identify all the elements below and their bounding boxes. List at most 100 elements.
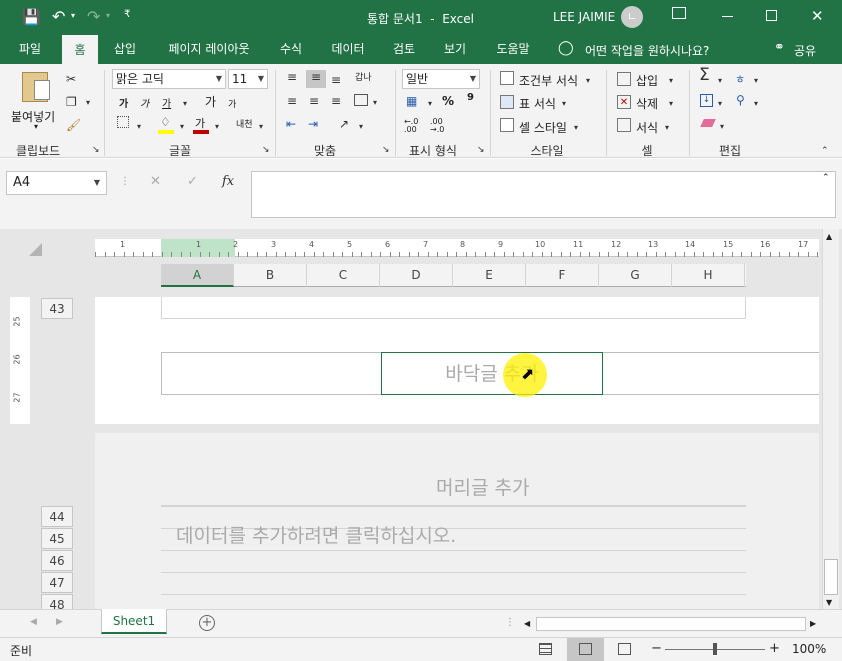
shrink-font-button[interactable]: 가 bbox=[228, 97, 236, 110]
chevron-down-icon[interactable]: ▾ bbox=[562, 97, 566, 111]
copy-dropdown-icon[interactable]: ▾ bbox=[86, 96, 90, 110]
hscroll-right-icon[interactable]: ▶ bbox=[810, 619, 816, 628]
find-icon[interactable]: ⚲ bbox=[736, 93, 745, 107]
autosum-icon[interactable]: Σ bbox=[699, 67, 710, 84]
chevron-down-icon[interactable]: ▾ bbox=[669, 74, 673, 88]
tab-home[interactable]: 홈 bbox=[62, 34, 98, 64]
copy-icon[interactable]: ❐ bbox=[66, 95, 77, 109]
underline-button[interactable]: 가 bbox=[162, 95, 171, 110]
align-middle-icon[interactable]: ≡ bbox=[306, 70, 326, 88]
share-button[interactable]: 공유 bbox=[794, 42, 816, 59]
zoom-out-button[interactable]: − bbox=[651, 641, 662, 656]
insert-function-button[interactable]: fx bbox=[222, 174, 234, 189]
add-sheet-icon[interactable]: + bbox=[199, 615, 215, 631]
format-painter-icon[interactable]: 🖌 bbox=[66, 118, 81, 132]
increase-indent-icon[interactable]: ⇥ bbox=[308, 117, 318, 131]
chevron-down-icon[interactable]: ▾ bbox=[574, 121, 578, 135]
align-right-icon[interactable]: ≡ bbox=[331, 94, 341, 108]
cut-icon[interactable]: ✂ bbox=[66, 72, 76, 86]
merge-icon[interactable] bbox=[354, 94, 368, 106]
column-header-c[interactable]: C bbox=[307, 264, 380, 287]
table-format-icon[interactable] bbox=[500, 95, 514, 109]
italic-button[interactable]: 가 bbox=[140, 95, 149, 110]
insert-cells-button[interactable]: 삽입 bbox=[636, 72, 658, 89]
tab-formulas[interactable]: 수식 bbox=[270, 34, 312, 64]
underline-dropdown-icon[interactable]: ▾ bbox=[183, 97, 187, 111]
tab-page-layout[interactable]: 페이지 레이아웃 bbox=[156, 34, 262, 64]
clipboard-launcher-icon[interactable]: ↘ bbox=[92, 143, 100, 157]
row-header[interactable]: 46 bbox=[41, 550, 73, 571]
avatar[interactable]: ㄴ bbox=[621, 6, 643, 28]
clear-dropdown-icon[interactable]: ▾ bbox=[720, 120, 724, 134]
sheet-tab-sheet1[interactable]: Sheet1 bbox=[101, 609, 167, 634]
lightbulb-icon[interactable]: ◯ bbox=[558, 40, 574, 56]
next-sheet-icon[interactable]: ▶ bbox=[56, 617, 63, 627]
column-header-f[interactable]: F bbox=[526, 264, 599, 287]
zoom-level[interactable]: 100% bbox=[792, 642, 826, 656]
chevron-down-icon[interactable]: ▾ bbox=[665, 121, 669, 135]
accounting-icon[interactable]: ▦ bbox=[406, 94, 417, 108]
bold-button[interactable]: 가 bbox=[119, 95, 128, 110]
zoom-slider-thumb[interactable] bbox=[713, 643, 717, 655]
normal-view-icon[interactable] bbox=[539, 643, 552, 655]
accounting-dropdown-icon[interactable]: ▾ bbox=[428, 97, 432, 111]
table-format-button[interactable]: 표 서식 bbox=[519, 95, 556, 112]
user-name[interactable]: LEE JAIMIE bbox=[553, 10, 615, 24]
share-icon[interactable]: ⚭ bbox=[774, 40, 785, 55]
fill-icon[interactable]: ↓ bbox=[700, 94, 713, 107]
column-header-d[interactable]: D bbox=[380, 264, 453, 287]
tab-data[interactable]: 데이터 bbox=[322, 34, 374, 64]
sort-filter-button[interactable]: ㅎ bbox=[735, 71, 745, 87]
horizontal-scrollbar[interactable] bbox=[536, 617, 806, 631]
ribbon-display-icon[interactable] bbox=[672, 7, 686, 19]
chevron-down-icon[interactable]: ▼ bbox=[94, 172, 100, 194]
chevron-down-icon[interactable]: ▾ bbox=[586, 74, 590, 88]
row-header[interactable]: 43 bbox=[41, 298, 73, 319]
collapse-ribbon-icon[interactable]: ⌃ bbox=[821, 144, 829, 158]
phonetic-button[interactable]: 내천 bbox=[236, 117, 253, 130]
format-cells-button[interactable]: 서식 bbox=[636, 119, 658, 136]
tab-view[interactable]: 보기 bbox=[434, 34, 476, 64]
hscroll-left-icon[interactable]: ◀ bbox=[524, 619, 530, 628]
clear-icon[interactable] bbox=[700, 119, 716, 127]
tab-insert[interactable]: 삽입 bbox=[104, 34, 146, 64]
undo-icon[interactable]: ↶ bbox=[52, 7, 65, 26]
column-header-b[interactable]: B bbox=[234, 264, 307, 287]
sort-dropdown-icon[interactable]: ▾ bbox=[754, 74, 758, 88]
paste-dropdown-icon[interactable]: ▾ bbox=[34, 122, 38, 131]
cell-styles-button[interactable]: 셀 스타일 bbox=[519, 119, 567, 136]
find-dropdown-icon[interactable]: ▾ bbox=[754, 97, 758, 111]
wrap-text-button[interactable]: 갑나 bbox=[355, 70, 372, 83]
column-header-a[interactable]: A bbox=[161, 264, 234, 287]
insert-cells-icon[interactable] bbox=[617, 72, 631, 86]
percent-button[interactable]: % bbox=[442, 94, 454, 108]
footer-center-box[interactable]: 바닥글 추가 bbox=[381, 352, 603, 395]
conditional-format-icon[interactable] bbox=[500, 71, 514, 85]
orientation-dropdown-icon[interactable]: ▾ bbox=[359, 120, 363, 134]
close-icon[interactable]: ✕ bbox=[811, 7, 824, 25]
column-header-e[interactable]: E bbox=[453, 264, 526, 287]
font-size-select[interactable]: 11 ▼ bbox=[228, 69, 268, 89]
align-bottom-icon[interactable]: ≡ bbox=[331, 73, 341, 87]
scroll-up-icon[interactable]: ▲ bbox=[826, 232, 832, 241]
orientation-icon[interactable]: ↗ bbox=[339, 117, 349, 131]
border-icon[interactable] bbox=[117, 116, 129, 128]
page-layout-view-icon[interactable] bbox=[567, 638, 604, 661]
prev-sheet-icon[interactable]: ◀ bbox=[30, 617, 37, 627]
tabs-splitter[interactable]: ⋮ bbox=[505, 617, 515, 628]
header-placeholder[interactable]: 머리글 추가 bbox=[436, 473, 529, 500]
format-cells-icon[interactable] bbox=[617, 118, 631, 132]
column-header-h[interactable]: H bbox=[672, 264, 745, 287]
merge-dropdown-icon[interactable]: ▾ bbox=[373, 96, 377, 110]
align-top-icon[interactable]: ≡ bbox=[287, 70, 297, 84]
fill-dropdown-icon[interactable]: ▾ bbox=[718, 97, 722, 111]
align-center-icon[interactable]: ≡ bbox=[309, 94, 319, 108]
align-left-icon[interactable]: ≡ bbox=[287, 94, 297, 108]
chevron-down-icon[interactable]: ▾ bbox=[669, 97, 673, 111]
border-dropdown-icon[interactable]: ▾ bbox=[137, 120, 141, 134]
font-color-button[interactable]: 가 bbox=[195, 115, 205, 131]
tab-file[interactable]: 파일 bbox=[8, 34, 52, 64]
formula-input[interactable] bbox=[251, 171, 836, 218]
fill-color-icon[interactable]: ♢ bbox=[160, 115, 171, 129]
minimize-icon[interactable] bbox=[722, 16, 733, 17]
